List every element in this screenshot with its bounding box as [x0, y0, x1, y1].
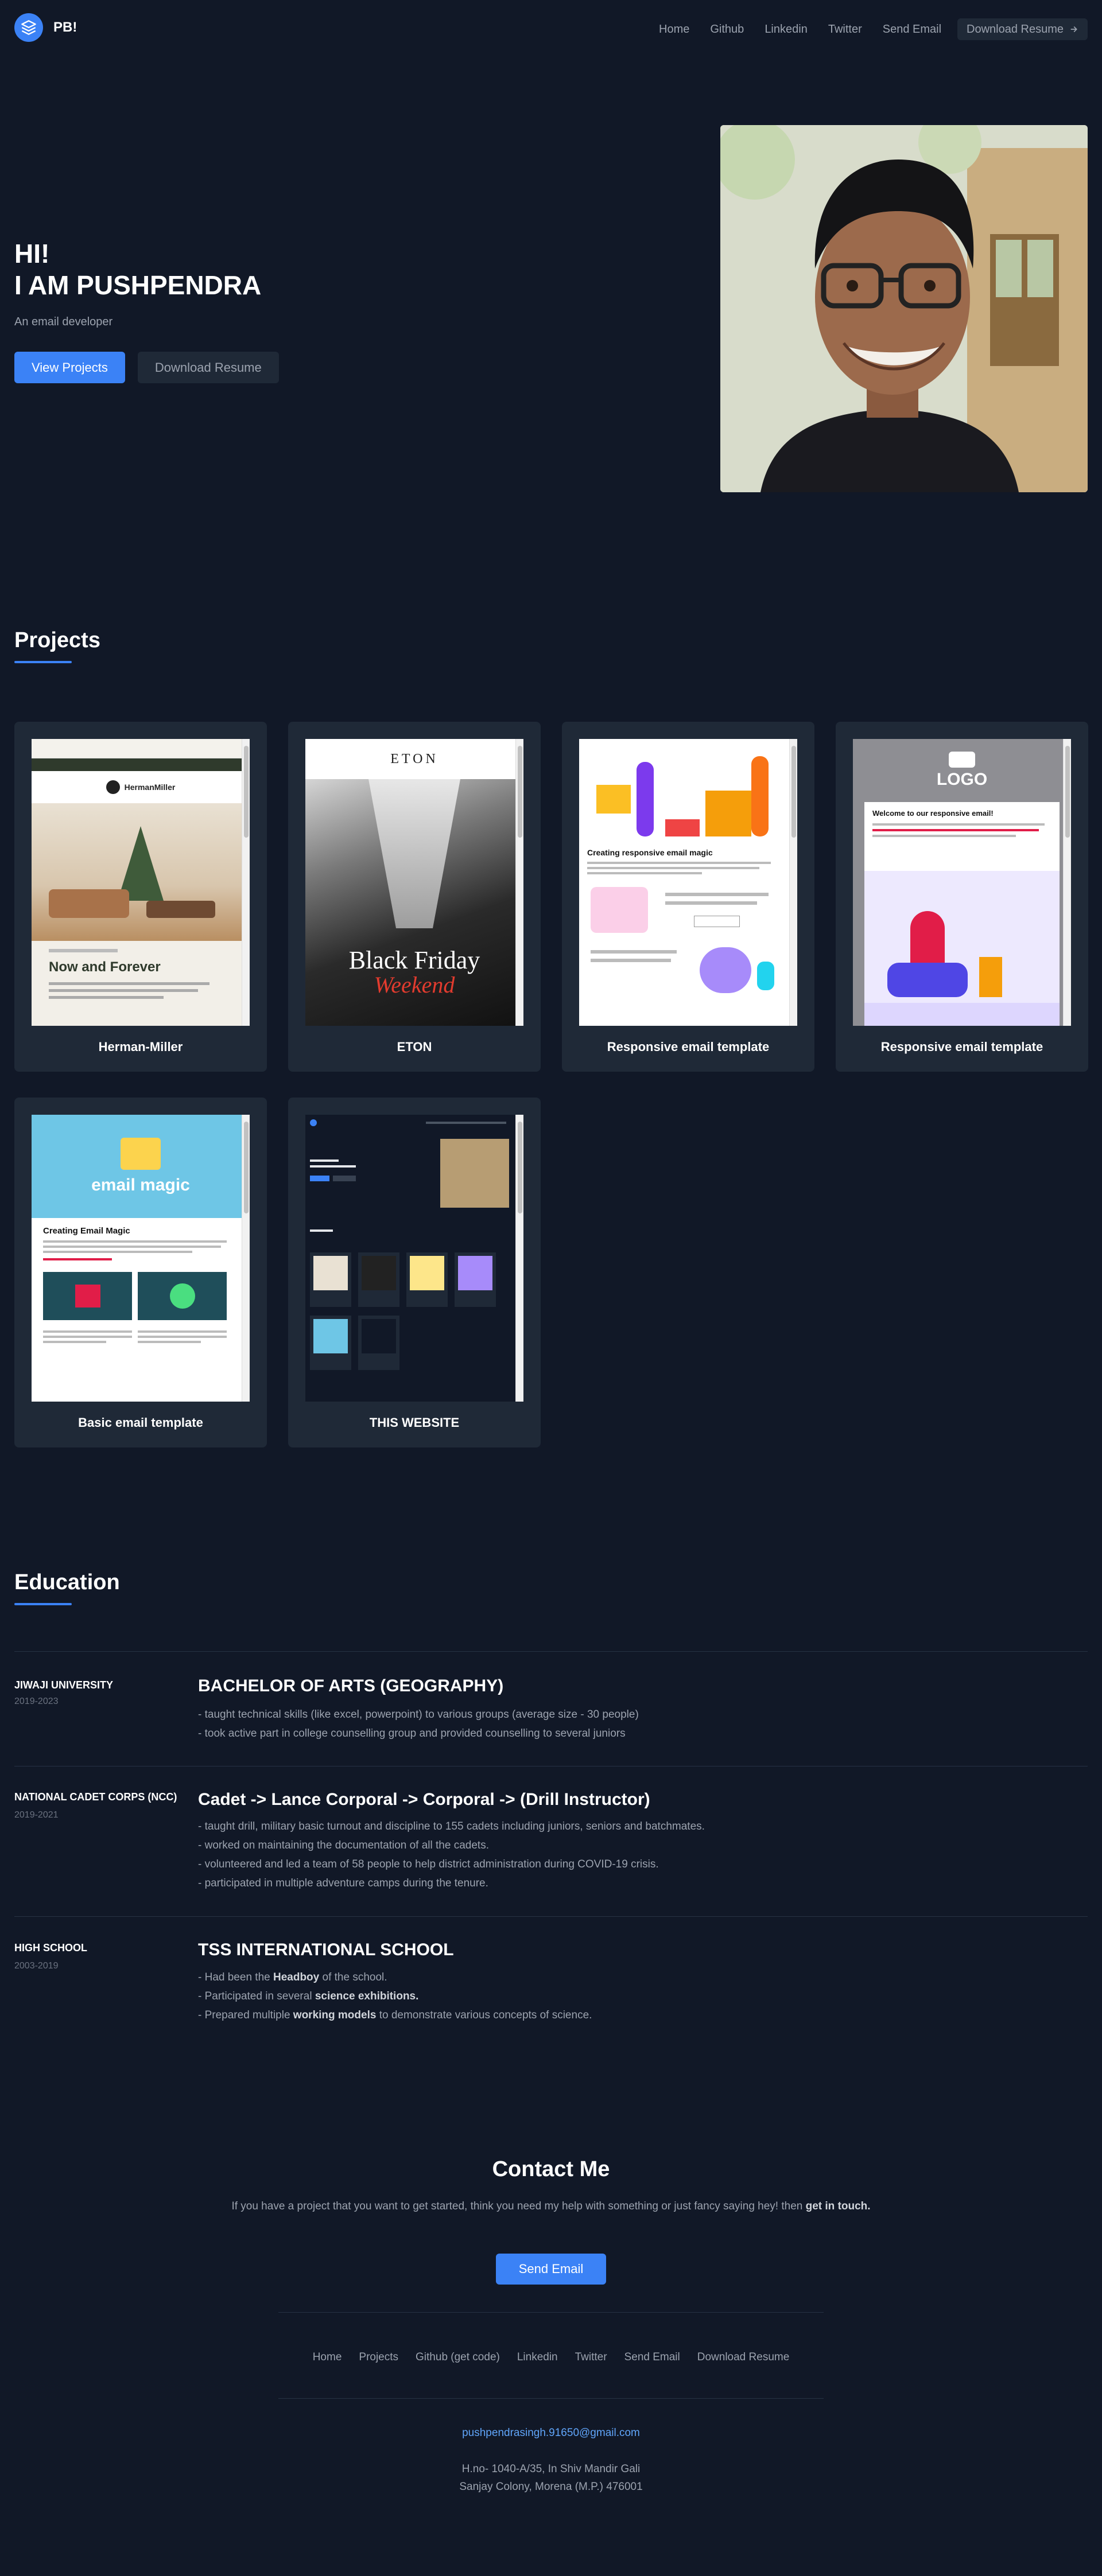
edu-degree: TSS INTERNATIONAL SCHOOL	[198, 1940, 454, 1959]
edu-org: NATIONAL CADET CORPS (NCC)	[14, 1791, 177, 1803]
preview-scrollbar[interactable]	[515, 739, 523, 1026]
project-title: THIS WEBSITE	[369, 1415, 460, 1430]
hero-name: I AM PUSHPENDRA	[14, 270, 262, 300]
project-card-eton[interactable]: ETON Black Friday Weekend ETON	[288, 722, 541, 1072]
edu-details: - Had been the Headboy of the school. - …	[198, 1968, 592, 2025]
project-preview[interactable]: email magic Creating Email Magic	[32, 1115, 250, 1402]
nav-link-home[interactable]: Home	[659, 23, 689, 36]
footer-link-twitter[interactable]: Twitter	[575, 2351, 607, 2364]
project-preview[interactable]: HermanMiller Now and Forever	[32, 739, 250, 1026]
preview-scrollbar[interactable]	[242, 1115, 250, 1402]
preview-scrollbar[interactable]	[515, 1115, 523, 1402]
edu-detail-line: - taught drill, military basic turnout a…	[198, 1820, 705, 1832]
layers-icon	[14, 13, 43, 42]
project-title: Basic email template	[78, 1415, 203, 1430]
address-line: H.no- 1040-A/35, In Shiv Mandir Gali	[461, 2463, 641, 2475]
nav-link-twitter[interactable]: Twitter	[828, 23, 862, 36]
edu-years: 2019-2023	[14, 1696, 59, 1706]
edu-years: 2019-2021	[14, 1810, 59, 1820]
edu-detail-line: - Had been the Headboy of the school.	[198, 1971, 387, 1983]
edu-detail-line: - Prepared multiple working models to de…	[198, 2009, 592, 2021]
education-heading: Education	[14, 1570, 120, 1594]
footer-link-linkedin[interactable]: Linkedin	[517, 2351, 558, 2364]
edu-degree: Cadet -> Lance Corporal -> Corporal -> (…	[198, 1790, 650, 1809]
edu-detail-line: - took active part in college counsellin…	[198, 1727, 626, 1740]
project-card-responsive-email-2[interactable]: LOGO Welcome to our responsive email! Re…	[836, 722, 1088, 1072]
edu-details: - taught drill, military basic turnout a…	[198, 1817, 705, 1893]
preview-heading: Welcome to our responsive email!	[872, 809, 994, 818]
project-preview[interactable]: Creating responsive email magic	[579, 739, 797, 1026]
footer-links: Home Projects Github (get code) Linkedin…	[0, 2351, 1102, 2364]
preview-heading: Creating Email Magic	[43, 1226, 130, 1236]
project-title: ETON	[397, 1040, 432, 1054]
arrow-right-icon	[1070, 26, 1077, 32]
preview-heading: Now and Forever	[49, 959, 161, 975]
edu-degree: BACHELOR OF ARTS (GEOGRAPHY)	[198, 1676, 504, 1695]
preview-brand: email magic	[91, 1176, 190, 1194]
preview-scrollbar[interactable]	[1063, 739, 1071, 1026]
send-email-button[interactable]: Send Email	[496, 2254, 606, 2285]
preview-brand: ETON	[390, 751, 439, 766]
logo-text: PB!	[53, 20, 77, 35]
project-title: Responsive email template	[880, 1040, 1043, 1054]
edu-detail-line: - participated in multiple adventure cam…	[198, 1877, 488, 1889]
contact-heading: Contact Me	[492, 2157, 610, 2181]
footer-link-home[interactable]: Home	[313, 2351, 342, 2364]
hero-subtitle: An email developer	[14, 316, 113, 328]
edu-details: - taught technical skills (like excel, p…	[198, 1705, 639, 1743]
edu-years: 2003-2019	[14, 1961, 59, 1971]
nav-link-github[interactable]: Github	[710, 23, 744, 36]
edu-detail-line: - taught technical skills (like excel, p…	[198, 1709, 639, 1721]
preview-heading: Black Friday	[348, 946, 480, 974]
edu-detail-line: - volunteered and led a team of 58 peopl…	[198, 1858, 659, 1870]
nav-download-label: Download Resume	[967, 22, 1064, 36]
footer-link-send-email[interactable]: Send Email	[624, 2351, 680, 2364]
edu-detail-line: - worked on maintaining the documentatio…	[198, 1839, 489, 1851]
preview-brand: HermanMiller	[124, 783, 176, 792]
preview-scrollbar[interactable]	[242, 739, 250, 1026]
address-line: Sanjay Colony, Morena (M.P.) 476001	[459, 2481, 643, 2493]
preview-subheading: Weekend	[374, 972, 455, 998]
project-preview[interactable]: ETON Black Friday Weekend	[305, 739, 523, 1026]
education-underline	[14, 1603, 72, 1605]
education-divider	[14, 1916, 1088, 1917]
preview-brand: LOGO	[936, 770, 988, 789]
view-projects-button[interactable]: View Projects	[14, 352, 125, 383]
project-preview[interactable]	[305, 1115, 523, 1402]
nav-link-send-email[interactable]: Send Email	[883, 23, 941, 36]
top-navigation: PB! Home Github Linkedin Twitter Send Em…	[0, 0, 1102, 57]
projects-underline	[14, 661, 72, 663]
project-card-basic-email[interactable]: email magic Creating Email Magic Basic e…	[14, 1098, 267, 1447]
footer-email-link[interactable]: pushpendrasingh.91650@gmail.com	[0, 2427, 1102, 2439]
footer-link-download-resume[interactable]: Download Resume	[697, 2351, 790, 2364]
preview-scrollbar[interactable]	[789, 739, 797, 1026]
footer-link-github[interactable]: Github (get code)	[416, 2351, 500, 2364]
project-title: Responsive email template	[607, 1040, 770, 1054]
education-divider	[14, 1651, 1088, 1652]
nav-links: Home Github Linkedin Twitter Send Email …	[638, 18, 1088, 40]
hero-greeting: HI!	[14, 239, 50, 269]
hero-section: HI! I AM PUSHPENDRA An email developer V…	[14, 238, 279, 383]
project-card-this-website[interactable]: THIS WEBSITE	[288, 1098, 541, 1447]
footer-divider	[278, 2398, 824, 2399]
footer-address: H.no- 1040-A/35, In Shiv Mandir Gali San…	[0, 2460, 1102, 2496]
projects-heading: Projects	[14, 628, 100, 652]
project-card-responsive-email-1[interactable]: Creating responsive email magic Responsi…	[562, 722, 814, 1072]
preview-heading: Creating responsive email magic	[587, 848, 713, 857]
footer-link-projects[interactable]: Projects	[359, 2351, 398, 2364]
download-resume-button[interactable]: Download Resume	[137, 352, 279, 383]
edu-org: JIWAJI UNIVERSITY	[14, 1679, 114, 1691]
contact-text: If you have a project that you want to g…	[231, 2200, 871, 2212]
edu-detail-line: - Participated in several science exhibi…	[198, 1990, 419, 2002]
project-title: Herman-Miller	[98, 1040, 183, 1054]
footer-divider	[278, 2312, 824, 2313]
profile-photo	[720, 125, 1088, 492]
site-logo[interactable]: PB!	[14, 13, 77, 42]
project-card-herman-miller[interactable]: HermanMiller Now and Forever Herman-Mill…	[14, 722, 267, 1072]
nav-download-resume-button[interactable]: Download Resume	[957, 18, 1088, 40]
edu-org: HIGH SCHOOL	[14, 1942, 88, 1954]
project-preview[interactable]: LOGO Welcome to our responsive email!	[853, 739, 1071, 1026]
nav-link-linkedin[interactable]: Linkedin	[765, 23, 808, 36]
